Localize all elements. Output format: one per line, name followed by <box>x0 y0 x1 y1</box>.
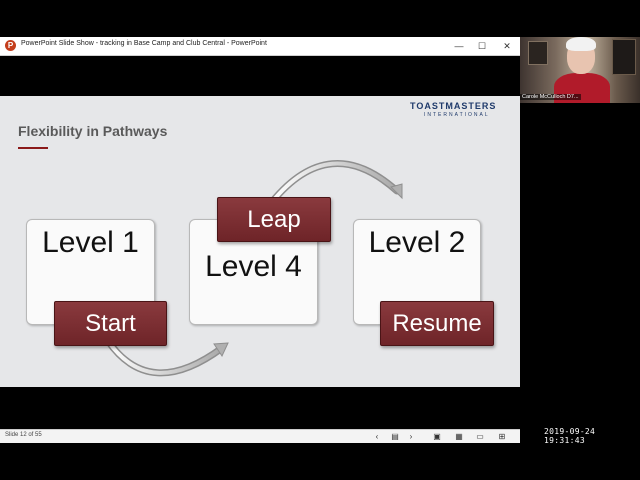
slide-sorter-icon[interactable]: ▦ <box>453 431 465 442</box>
notes-icon[interactable]: ▤ <box>389 431 401 442</box>
level-4-label: Level 4 <box>205 250 302 283</box>
slide[interactable]: TOASTMASTERS INTERNATIONAL Flexibility i… <box>0 96 520 387</box>
powerpoint-window: P PowerPoint Slide Show - tracking in Ba… <box>0 37 520 443</box>
start-tag: Start <box>54 301 167 346</box>
powerpoint-app-icon: P <box>5 40 16 51</box>
prev-icon[interactable]: ‹ <box>371 431 383 442</box>
wall-picture <box>612 39 636 75</box>
recording-timestamp: 2019-09-24 19:31:43 <box>544 427 596 445</box>
participant-name: Carole McCulloch D7... <box>520 94 581 100</box>
status-bar: Slide 12 of 55 ‹ ▤ › ▣ ▦ ▭ ⊞ <box>0 429 520 443</box>
slide-counter: Slide 12 of 55 <box>5 432 42 438</box>
maximize-button[interactable]: ☐ <box>471 38 493 54</box>
participant-video-tile[interactable]: Carole McCulloch D7... <box>520 37 640 103</box>
slideshow-icon[interactable]: ⊞ <box>496 431 508 442</box>
resume-tag: Resume <box>380 301 494 346</box>
normal-view-icon[interactable]: ▣ <box>431 431 443 442</box>
next-icon[interactable]: › <box>405 431 417 442</box>
wall-picture <box>528 41 548 65</box>
level-2-label: Level 2 <box>368 226 466 259</box>
reading-view-icon[interactable]: ▭ <box>474 431 486 442</box>
close-button[interactable]: ✕ <box>496 38 518 54</box>
minimize-button[interactable]: — <box>448 38 470 54</box>
level-1-label: Level 1 <box>42 226 139 259</box>
leap-tag: Leap <box>217 197 331 242</box>
slide-show-area[interactable]: TOASTMASTERS INTERNATIONAL Flexibility i… <box>0 56 520 429</box>
participant-hair <box>566 37 596 51</box>
title-bar: P PowerPoint Slide Show - tracking in Ba… <box>0 37 520 56</box>
window-title: PowerPoint Slide Show - tracking in Base… <box>21 40 267 47</box>
